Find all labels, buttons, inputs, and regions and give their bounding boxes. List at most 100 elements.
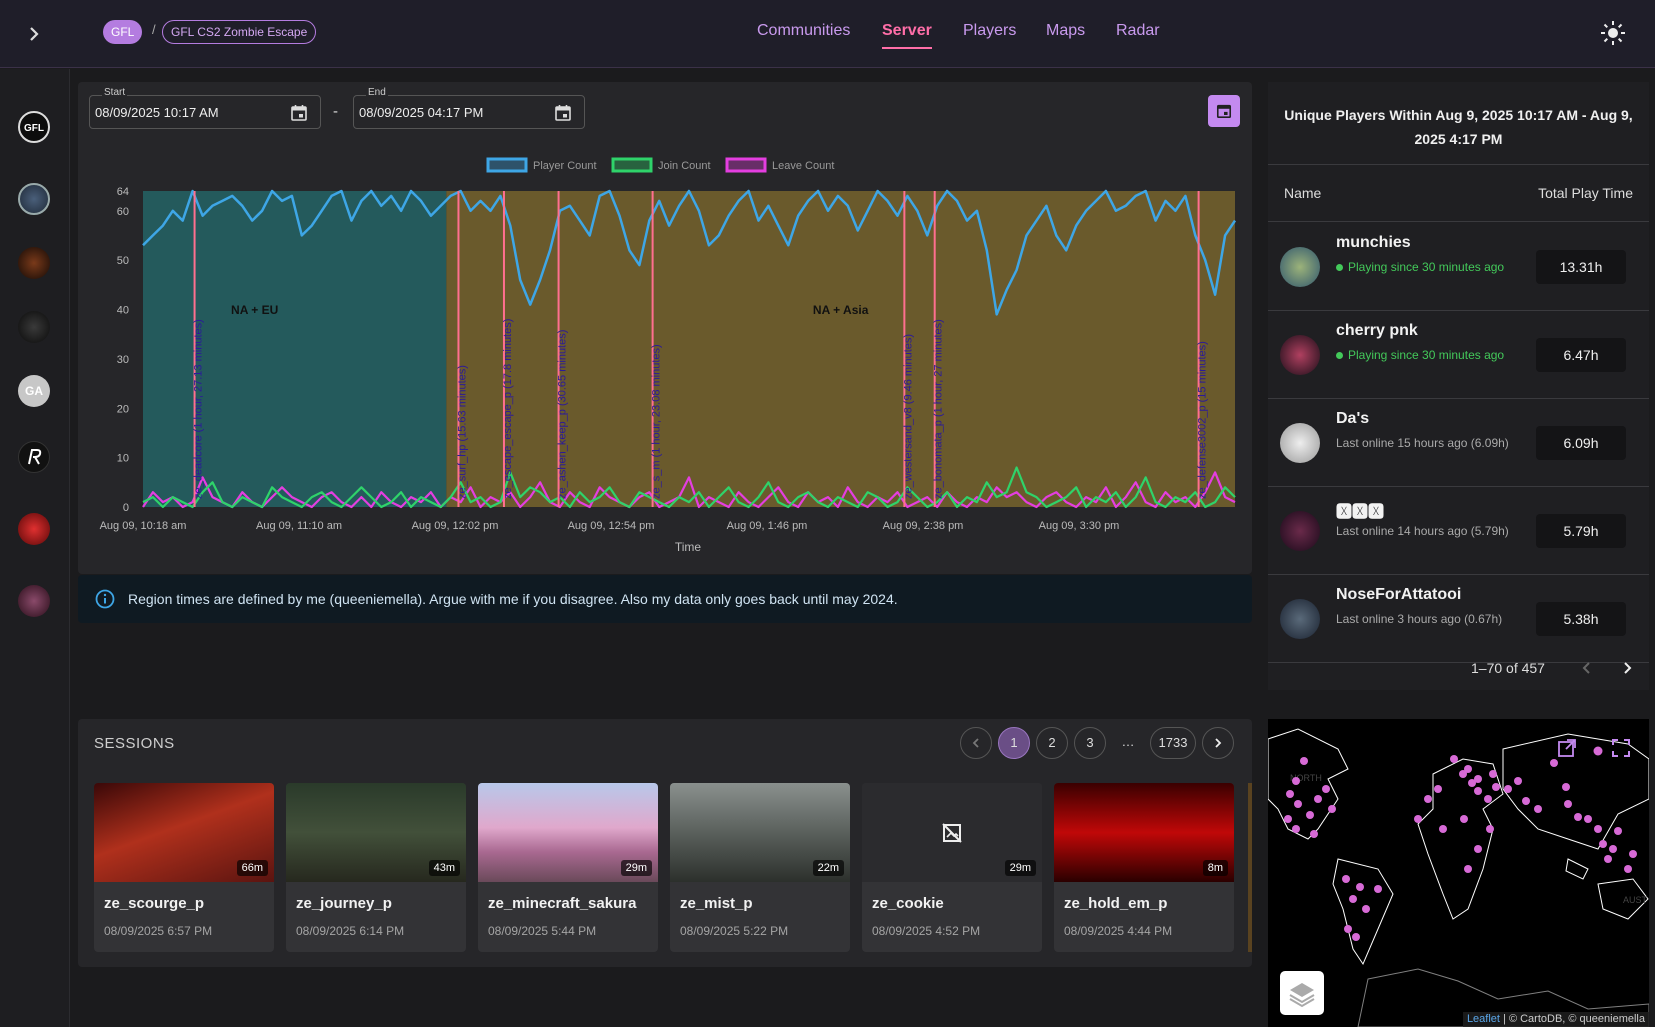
- x-axis-label: Time: [675, 540, 702, 554]
- player-activity-chart[interactable]: NA + EU NA + Asia 0 10 20 30 40 50 60 64 Aug 09, 1…: [78, 150, 1252, 560]
- player-row[interactable]: Da's Last online 15 hours ago (6.09h) 6.…: [1268, 399, 1649, 487]
- column-total-play-time[interactable]: Total Play Time: [1538, 185, 1633, 201]
- open-external-icon[interactable]: [1556, 737, 1578, 759]
- player-play-time: 13.31h: [1536, 250, 1626, 284]
- session-card[interactable]: 22m ze_mist_p 08/09/2025 5:22 PM: [670, 783, 850, 952]
- community-initials-avatar[interactable]: GA: [18, 375, 50, 407]
- player-location-dot: [1356, 883, 1364, 891]
- top-bar: GFL / GFL CS2 Zombie Escape Communities …: [0, 0, 1655, 68]
- chevron-right-icon[interactable]: [1619, 660, 1635, 676]
- community-sidebar: GFL GA: [0, 69, 70, 1027]
- page-2-button[interactable]: 2: [1036, 727, 1068, 759]
- player-status-text: Last online 3 hours ago (0.67h): [1336, 612, 1503, 626]
- pagination-label: 1–70 of 457: [1471, 660, 1545, 676]
- player-status: Last online 14 hours ago (5.79h): [1336, 522, 1516, 541]
- sessions-panel: SESSIONS 1 2 3 … 1733 66m ze_scourge_p 0…: [78, 719, 1252, 967]
- page-next-button[interactable]: [1202, 727, 1234, 759]
- expand-sidebar-icon[interactable]: [22, 22, 46, 46]
- community-icon[interactable]: [18, 513, 50, 545]
- player-avatar[interactable]: [1280, 511, 1320, 551]
- community-icon[interactable]: [18, 311, 50, 343]
- player-avatar[interactable]: [1280, 335, 1320, 375]
- player-location-dot: [1486, 825, 1494, 833]
- session-card[interactable]: 29m ze_minecraft_sakura 08/09/2025 5:44 …: [478, 783, 658, 952]
- page-1-button[interactable]: 1: [998, 727, 1030, 759]
- nav-server[interactable]: Server: [882, 22, 932, 49]
- player-location-dot: [1328, 805, 1336, 813]
- player-location-dot: [1344, 925, 1352, 933]
- x-tick-label: Aug 09, 1:46 pm: [727, 520, 808, 532]
- nav-radar[interactable]: Radar: [1116, 22, 1160, 40]
- theme-toggle-sun-icon[interactable]: [1600, 20, 1626, 46]
- player-location-dot: [1492, 783, 1500, 791]
- player-name[interactable]: 🆇🆇🆇: [1336, 498, 1384, 522]
- player-row[interactable]: cherry pnk Playing since 30 minutes ago …: [1268, 311, 1649, 399]
- continent-outline: [1268, 728, 1349, 840]
- session-date: 08/09/2025 4:44 PM: [1064, 924, 1173, 938]
- community-gfl-icon[interactable]: GFL: [18, 111, 50, 143]
- player-location-dot: [1349, 895, 1357, 903]
- player-location-dot: [1306, 811, 1314, 819]
- legend-label[interactable]: Player Count: [533, 160, 597, 172]
- player-location-dot: [1550, 759, 1558, 767]
- x-tick-label: Aug 09, 12:02 pm: [412, 520, 499, 532]
- world-map[interactable]: NORTHAUST: [1268, 719, 1649, 1027]
- calendar-icon[interactable]: [290, 104, 308, 122]
- breadcrumb-server[interactable]: GFL CS2 Zombie Escape: [162, 20, 317, 44]
- community-team-icon[interactable]: [18, 183, 50, 215]
- page-last-button[interactable]: 1733: [1150, 727, 1196, 759]
- player-location-map[interactable]: NORTH AUST Leaflet | © CartoDB, © queenie…: [1268, 719, 1649, 1027]
- range-separator: -: [333, 103, 338, 120]
- session-card[interactable]: 8m ze_hold_em_p 08/09/2025 4:44 PM: [1054, 783, 1234, 952]
- session-date: 08/09/2025 6:57 PM: [104, 924, 213, 938]
- player-name[interactable]: NoseForAttatooi: [1336, 586, 1461, 604]
- leaflet-link[interactable]: Leaflet: [1467, 1013, 1500, 1025]
- y-tick-label: 20: [117, 403, 129, 415]
- player-row[interactable]: NoseForAttatooi Last online 3 hours ago …: [1268, 575, 1649, 663]
- layers-control[interactable]: [1280, 971, 1324, 1015]
- date-range-picker-button[interactable]: [1208, 95, 1240, 127]
- player-name[interactable]: Da's: [1336, 410, 1369, 428]
- player-row[interactable]: 🆇🆇🆇 Last online 14 hours ago (5.79h) 5.7…: [1268, 487, 1649, 575]
- end-date-field[interactable]: End 08/09/2025 04:17 PM: [353, 87, 585, 129]
- community-r-icon[interactable]: [18, 441, 50, 473]
- nav-maps[interactable]: Maps: [1046, 22, 1085, 40]
- chevron-left-icon[interactable]: [1579, 660, 1595, 676]
- player-location-dot: [1474, 845, 1482, 853]
- x-tick-label: Aug 09, 3:30 pm: [1039, 520, 1120, 532]
- y-tick-label: 64: [117, 186, 129, 198]
- nav-players[interactable]: Players: [963, 22, 1016, 40]
- community-icon[interactable]: [18, 247, 50, 279]
- y-tick-label: 10: [117, 453, 129, 465]
- player-location-dot: [1504, 785, 1512, 793]
- session-card[interactable]: 66m ze_scourge_p 08/09/2025 6:57 PM: [94, 783, 274, 952]
- player-avatar[interactable]: [1280, 247, 1320, 287]
- session-card[interactable]: 43m ze_journey_p 08/09/2025 6:14 PM: [286, 783, 466, 952]
- continent-outline: [1565, 858, 1589, 880]
- nav-communities[interactable]: Communities: [757, 22, 850, 40]
- legend-label[interactable]: Leave Count: [772, 160, 834, 172]
- column-name[interactable]: Name: [1284, 185, 1321, 201]
- session-date: 08/09/2025 5:22 PM: [680, 924, 789, 938]
- session-card[interactable]: 29m ze_cookie 08/09/2025 4:52 PM: [862, 783, 1042, 952]
- session-date: 08/09/2025 5:44 PM: [488, 924, 597, 938]
- player-name[interactable]: munchies: [1336, 234, 1411, 252]
- map-change-label: ze_westersand_v8 (9.46 minutes): [902, 334, 914, 499]
- calendar-icon[interactable]: [554, 104, 572, 122]
- page-prev-button[interactable]: [960, 727, 992, 759]
- player-location-dot: [1584, 815, 1592, 823]
- player-avatar[interactable]: [1280, 599, 1320, 639]
- player-name[interactable]: cherry pnk: [1336, 322, 1418, 340]
- start-date-field[interactable]: Start 08/09/2025 10:17 AM: [89, 87, 321, 129]
- chevron-right-icon: [1215, 738, 1222, 748]
- breadcrumb-community[interactable]: GFL: [103, 20, 143, 44]
- player-location-dot: [1294, 800, 1302, 808]
- legend-label[interactable]: Join Count: [658, 160, 711, 172]
- community-icon[interactable]: [18, 585, 50, 617]
- session-map-name: ze_minecraft_sakura: [488, 895, 637, 912]
- legend-swatch: [611, 157, 653, 173]
- player-row[interactable]: munchies Playing since 30 minutes ago 13…: [1268, 223, 1649, 311]
- page-3-button[interactable]: 3: [1074, 727, 1106, 759]
- player-avatar[interactable]: [1280, 423, 1320, 463]
- fullscreen-icon[interactable]: [1610, 737, 1632, 759]
